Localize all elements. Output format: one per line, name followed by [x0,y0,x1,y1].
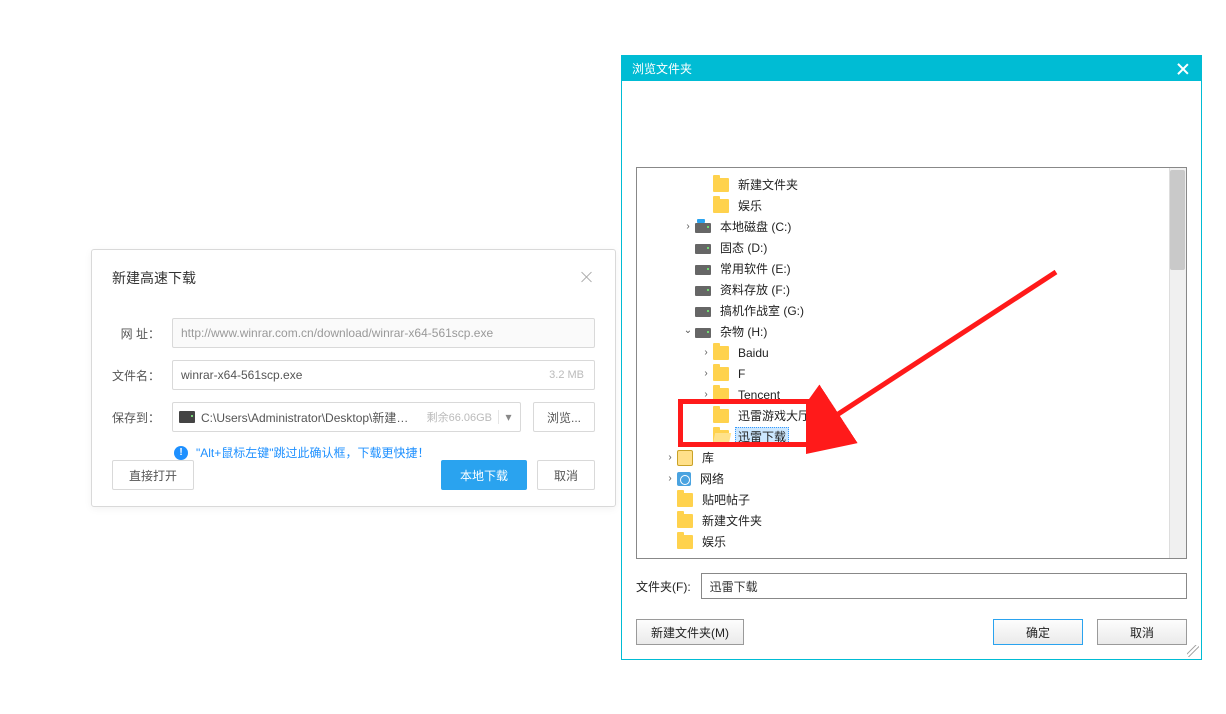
browse-titlebar[interactable]: 浏览文件夹 [622,56,1201,81]
tree-item-label: 新建文件夹 [699,511,765,530]
url-label: 网 址： [112,325,160,342]
tree-item-label: 新建文件夹 [735,175,801,194]
folder-name-input[interactable] [701,573,1187,599]
annotation-highlight-box [678,399,826,447]
network-icon [677,472,691,486]
browse-button[interactable]: 浏览... [533,402,595,432]
tree-item[interactable]: 娱乐 [637,531,1186,552]
tree-item-label: 娱乐 [699,532,729,551]
browse-folder-dialog: 浏览文件夹 新建文件夹娱乐›本地磁盘 (C:)固态 (D:)常用软件 (E:)资… [621,55,1202,660]
tree-item-label: 贴吧帖子 [699,490,753,509]
tree-item-label: 本地磁盘 (C:) [717,217,794,236]
folder-name-label: 文件夹(F): [636,578,691,595]
tree-item[interactable]: › 网络 [637,468,1186,489]
open-directly-button[interactable]: 直接打开 [112,460,194,490]
tree-item[interactable]: 常用软件 (E:) [637,258,1186,279]
tree-item-label: 资料存放 (F:) [717,280,793,299]
tree-item-label: Baidu [735,345,772,361]
tree-item[interactable]: 固态 (D:) [637,237,1186,258]
tree-item[interactable]: › 本地磁盘 (C:) [637,216,1186,237]
download-hint: "Alt+鼠标左键"跳过此确认框，下载更快捷！ [196,444,430,461]
folder-icon [677,493,693,507]
drive-icon [695,223,711,233]
drive-icon [695,328,711,338]
new-folder-button[interactable]: 新建文件夹(M) [636,619,744,645]
folder-icon [713,199,729,213]
drive-icon [179,411,195,423]
tree-item-label: 搞机作战室 (G:) [717,301,807,320]
tree-item-label: F [735,366,748,382]
close-icon[interactable] [1173,59,1193,79]
browse-cancel-button[interactable]: 取消 [1097,619,1187,645]
info-icon: ! [174,446,188,460]
tree-item[interactable]: ›F [637,363,1186,384]
tree-item[interactable]: 搞机作战室 (G:) [637,300,1186,321]
chevron-down-icon[interactable]: ⌄ [681,324,695,338]
download-button[interactable]: 本地下载 [441,460,527,490]
saveto-label: 保存到： [112,409,160,426]
library-icon [677,450,693,466]
saveto-input[interactable]: C:\Users\Administrator\Desktop\新建文... 剩余… [172,402,521,432]
drive-icon [695,307,711,317]
cancel-button[interactable]: 取消 [537,460,595,490]
scrollbar-thumb[interactable] [1170,170,1185,270]
tree-item-label: 固态 (D:) [717,238,770,257]
folder-icon [713,367,729,381]
resize-grip-icon[interactable] [1187,645,1199,657]
filename-label: 文件名： [112,367,160,384]
download-dialog: 新建高速下载 网 址： 文件名： winrar-x64-561scp.exe 3… [91,249,616,507]
folder-icon [677,535,693,549]
drive-icon [695,286,711,296]
folder-icon [677,514,693,528]
tree-item[interactable]: 贴吧帖子 [637,489,1186,510]
folder-icon [713,178,729,192]
tree-item[interactable]: 新建文件夹 [637,510,1186,531]
filename-value: winrar-x64-561scp.exe [181,368,302,382]
tree-item[interactable]: 娱乐 [637,195,1186,216]
tree-item-label: 常用软件 (E:) [717,259,794,278]
browse-title: 浏览文件夹 [632,60,692,77]
ok-button[interactable]: 确定 [993,619,1083,645]
chevron-right-icon[interactable]: › [663,451,677,465]
tree-item-label: 杂物 (H:) [717,322,770,341]
folder-tree[interactable]: 新建文件夹娱乐›本地磁盘 (C:)固态 (D:)常用软件 (E:)资料存放 (F… [636,167,1187,559]
drive-icon [695,244,711,254]
tree-item-label: 网络 [697,469,727,488]
chevron-right-icon[interactable]: › [681,220,695,234]
free-space: 剩余66.06GB [427,409,492,425]
scrollbar[interactable] [1169,168,1186,558]
tree-item-label: 娱乐 [735,196,765,215]
save-path: C:\Users\Administrator\Desktop\新建文... [201,409,415,426]
tree-item[interactable]: ›库 [637,447,1186,468]
tree-item[interactable]: 资料存放 (F:) [637,279,1186,300]
chevron-right-icon[interactable]: › [663,472,677,486]
drive-icon [695,265,711,275]
browse-spacer [636,99,1187,153]
filename-input[interactable]: winrar-x64-561scp.exe 3.2 MB [172,360,595,390]
chevron-right-icon[interactable]: › [699,367,713,381]
tree-item[interactable]: › Baidu [637,342,1186,363]
tree-item[interactable]: 新建文件夹 [637,174,1186,195]
close-icon[interactable] [579,270,595,286]
filesize-value: 3.2 MB [549,369,584,381]
tree-item[interactable]: ⌄ 杂物 (H:) [637,321,1186,342]
url-input[interactable] [172,318,595,348]
download-dialog-title: 新建高速下载 [112,268,196,288]
chevron-right-icon[interactable]: › [699,346,713,360]
saveto-dropdown-icon[interactable]: ▾ [498,410,512,424]
folder-icon [713,346,729,360]
tree-item-label: 库 [699,448,717,467]
